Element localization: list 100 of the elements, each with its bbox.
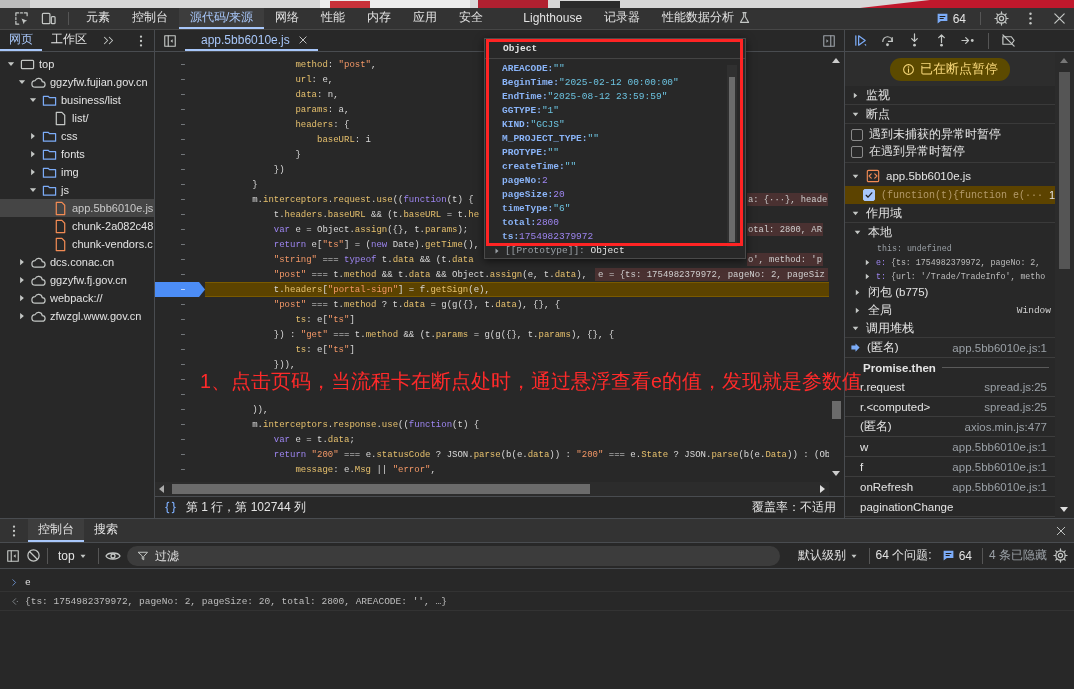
panel-tab[interactable]: 应用 (402, 8, 449, 29)
section-header[interactable]: 调用堆栈 (845, 319, 1055, 338)
code-line: url: e, (294, 73, 334, 87)
inline-value: o', method: 'p (747, 253, 823, 266)
property-row-text: AREACODE:"" (502, 61, 566, 75)
call-frame[interactable]: paginationChange (845, 497, 1055, 517)
pretty-print-icon[interactable] (163, 500, 178, 515)
variable-entry[interactable]: this: undefined (877, 243, 952, 253)
expand-arrow-icon[interactable] (863, 271, 872, 281)
console-sidebar-icon[interactable] (6, 548, 20, 563)
section-header[interactable]: 监视 (845, 86, 1055, 105)
code-line: }) (272, 163, 285, 177)
frame-location: spread.js:25 (984, 400, 1047, 413)
tree-item[interactable]: chunk-vendors.c (0, 235, 154, 253)
deactivate-breakpoints-icon[interactable] (1001, 33, 1016, 48)
drawer-tab[interactable]: 控制台 (28, 519, 84, 542)
line-number: – (179, 403, 187, 417)
close-icon[interactable] (297, 34, 308, 45)
horizontal-scrollbar[interactable] (155, 482, 829, 496)
close-icon[interactable] (1055, 524, 1067, 537)
panel-tab[interactable]: 元素 (75, 8, 121, 29)
call-frame[interactable]: (匿名) app.5bb6010e.js:1 (845, 338, 1055, 358)
drawer-tab[interactable]: 搜索 (84, 519, 128, 542)
scope-header[interactable]: 本地 (845, 223, 1055, 241)
panel-tab[interactable]: 控制台 (121, 8, 179, 29)
section-header[interactable]: 断点 (845, 105, 1055, 124)
tree-item[interactable]: js (0, 181, 154, 199)
expand-arrow-icon[interactable] (853, 287, 862, 297)
tree-item[interactable]: webpack:// (0, 289, 154, 307)
settings-icon[interactable] (994, 11, 1009, 26)
scope-header[interactable]: 闭包 (b775) (845, 283, 1055, 301)
scope-header[interactable]: 全局 Window (845, 301, 1055, 319)
call-frame[interactable]: w app.5bb6010e.js:1 (845, 437, 1055, 457)
code-line: t.headers.baseURL && (t.baseURL = t.he (272, 208, 480, 222)
call-frame[interactable]: r.<computed> spread.js:25 (845, 397, 1055, 417)
expand-arrow-icon[interactable] (853, 305, 862, 315)
property-row-text: ts:1754982379972 (502, 229, 595, 243)
frame-location: app.5bb6010e.js:1 (952, 341, 1047, 354)
expand-arrow-icon[interactable] (493, 246, 501, 255)
variable-entry[interactable]: t: {url: '/Trade/TradeInfo', metho (876, 271, 1046, 281)
resume-icon[interactable] (853, 33, 868, 48)
issues-button[interactable]: 64 (937, 548, 976, 563)
panel-tab[interactable]: 源代码/来源 (179, 8, 265, 29)
call-frame[interactable]: (匿名) axios.min.js:477 (845, 417, 1055, 437)
line-number: – (179, 268, 187, 282)
tree-item[interactable]: chunk-2a082c48 (0, 217, 154, 235)
checkbox[interactable] (851, 145, 863, 158)
popup-scrollbar[interactable] (727, 65, 737, 247)
toggle-debugger-icon[interactable] (822, 33, 836, 48)
panel-tab[interactable]: 网络 (264, 8, 311, 29)
navigator-tab[interactable]: 网页 (0, 30, 42, 51)
device-toolbar-icon[interactable] (41, 11, 56, 26)
panel-tab[interactable]: Lighthouse (512, 8, 594, 29)
tree-item[interactable]: fonts (0, 145, 154, 163)
panel-tab[interactable]: 性能 (310, 8, 357, 29)
filter-field[interactable]: 过滤 (126, 545, 780, 566)
code-line: var e = Object.assign({}, t.params); (272, 223, 469, 237)
expand-arrow-icon[interactable] (863, 257, 872, 267)
tree-item[interactable]: css (0, 127, 154, 145)
step-over-icon[interactable] (880, 33, 895, 48)
log-level-dropdown[interactable]: 默认级别 (793, 547, 863, 564)
tree-item[interactable]: ggzyfw.fj.gov.cn (0, 271, 154, 289)
tree-item[interactable]: dcs.conac.cn (0, 253, 154, 271)
call-frame[interactable]: onRefresh app.5bb6010e.js:1 (845, 477, 1055, 497)
file-icon (53, 110, 68, 126)
checkbox[interactable] (863, 189, 875, 201)
more-tabs-icon[interactable] (102, 34, 115, 47)
tree-item[interactable]: zfwzgl.www.gov.cn (0, 307, 154, 325)
tree-item[interactable]: top (0, 55, 154, 73)
tree-item[interactable]: ggzyfw.fujian.gov.cn (0, 73, 154, 91)
result-text[interactable]: {ts: 1754982379972, pageNo: 2, pageSize: 20, total: 2800, AREACODE: '', …} (25, 595, 447, 607)
tree-item[interactable]: business/list (0, 91, 154, 109)
section-header[interactable]: 作用域 (845, 204, 1055, 223)
close-icon[interactable] (1052, 11, 1067, 26)
panel-tab[interactable]: 性能数据分析 (651, 8, 763, 29)
expand-arrow-icon[interactable] (851, 90, 860, 100)
call-frame[interactable]: f app.5bb6010e.js:1 (845, 457, 1055, 477)
line-number: – (179, 238, 187, 252)
variable-entry[interactable]: e: {ts: 1754982379972, pageNo: 2, (876, 257, 1041, 267)
tree-item[interactable]: list/ (0, 109, 154, 127)
line-number: – (179, 73, 187, 87)
settings-icon[interactable] (1053, 548, 1068, 563)
inspect-icon[interactable] (14, 11, 29, 26)
property-row-text: total:2800 (502, 215, 561, 229)
panel-tab[interactable]: 内存 (356, 8, 403, 29)
line-number: – (179, 313, 187, 327)
code-line: m.interceptors.request.use((function(t) { (251, 193, 474, 207)
panel-tab[interactable]: 安全 (448, 8, 495, 29)
line-number: – (179, 178, 187, 192)
checkbox-label: 在遇到异常时暂停 (869, 144, 965, 159)
navigator-tab[interactable]: 工作区 (42, 30, 96, 51)
file-tab[interactable]: app.5bb6010e.js (185, 30, 318, 51)
issues-button[interactable]: 64 (927, 8, 974, 29)
toggle-navigator-icon[interactable] (163, 33, 177, 48)
checkbox[interactable] (851, 128, 863, 141)
clear-console-icon[interactable] (26, 548, 41, 563)
tree-item[interactable]: img (0, 163, 154, 181)
panel-tab[interactable]: 记录器 (593, 8, 652, 29)
tree-item[interactable]: app.5bb6010e.js (0, 199, 154, 217)
context-dropdown[interactable]: top (54, 548, 92, 563)
